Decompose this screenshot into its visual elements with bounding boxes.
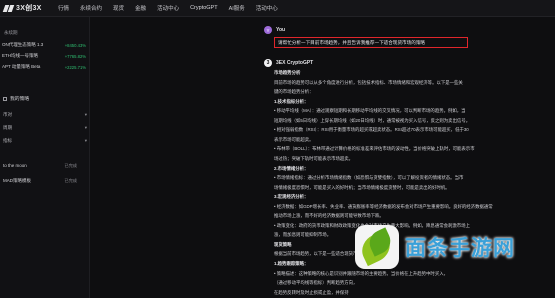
nav-item-spot[interactable]: 现货	[113, 4, 124, 12]
select-indicator[interactable]: 指标 ▾	[3, 138, 87, 144]
ticker-change: +2225.71%	[64, 64, 86, 70]
strategy-item[interactable]: to the moon 已完成	[3, 163, 87, 169]
avatar-initial: 3	[266, 60, 270, 66]
top-nav-bar: 3X创3X 行情 永续合约 现货 金融 活动中心 CryptoGPT AI服务 …	[0, 0, 555, 17]
main-nav: 行情 永续合约 现货 金融 活动中心 CryptoGPT AI服务 活动中心	[58, 4, 278, 12]
user-prompt-text: 请帮忙分析一下目前市场趋势，并且告诉我推荐一下适合现货市场的策略	[278, 39, 426, 45]
avatar-initial: Y	[266, 27, 270, 33]
select-pair[interactable]: 币对 ▾	[3, 112, 87, 118]
answer-line: 键的市场趋势分析：	[274, 89, 314, 95]
answer-line: 在趋势反转时及时止损或止盈，并保持	[274, 289, 349, 295]
nav-item-events[interactable]: 活动中心	[157, 4, 179, 12]
nav-item-ai[interactable]: AI服务	[229, 4, 245, 12]
leaf-logo-icon	[355, 225, 399, 269]
ticker-change: +8450.43%	[64, 42, 86, 48]
nav-item-finance[interactable]: 金融	[135, 4, 146, 12]
sender-name: You	[276, 27, 286, 33]
bot-name: 3EX CryptoGPT	[276, 60, 314, 66]
select-label: 指标	[3, 138, 12, 143]
tickers-header: 永续期	[4, 30, 18, 35]
ticker-row[interactable]: ON代理生态策略 1.3 +8450.43%	[2, 41, 86, 49]
ticker-row[interactable]: ETH均线一号策略 +7765.82%	[2, 52, 86, 60]
ticker-row[interactable]: APT 动量策略 Beta +2225.71%	[2, 63, 86, 71]
section-title: 我的策略	[10, 97, 30, 102]
answer-line: 推动市场上涨，而不好的经济数据则可能导致市场下跌。	[274, 213, 384, 219]
user-message-header: Y You	[264, 26, 285, 34]
ticker-name: ON代理生态策略 1.3	[2, 42, 44, 47]
answer-heading: 1.技术指标分析：	[274, 98, 309, 104]
answer-line: 目前市场的趋势可以从多个角度进行分析，包括技术指标、市场情绪和宏观经济等。以下是…	[274, 79, 463, 85]
answer-line: • 经济数据：如GDP增长率、失业率、通货膨胀率等经济数据的发布会对市场产生重要…	[274, 203, 493, 209]
ticker-change: +7765.82%	[64, 53, 86, 59]
nav-item-activity[interactable]: 活动中心	[256, 4, 278, 12]
select-period[interactable]: 周期 ▾	[3, 125, 87, 131]
answer-line: （通过移动平均线等指标）判断趋势方向，	[274, 280, 358, 286]
logo-text: 3X创3X	[16, 5, 42, 12]
answer-line: 场情绪极度恐惧时，可能是买入的好时机；当市场情绪极度贪婪时，可能是卖出的好时机。	[274, 184, 450, 190]
select-label: 周期	[3, 125, 12, 130]
select-label: 币对	[3, 112, 12, 117]
app-logo[interactable]: 3X创3X	[0, 3, 52, 13]
ticker-name: ETH均线一号策略	[2, 53, 38, 58]
strategy-status: 已完成	[64, 178, 77, 183]
avatar: Y	[264, 26, 272, 34]
answer-line: • 策略描述：这种策略的核心是识别并跟随市场的主要趋势。当价格在上升趋势中时买入…	[274, 270, 448, 276]
answer-heading: 3.宏观经济分析：	[274, 194, 309, 200]
answer-line: 涨，而加息则可能抑制市场。	[274, 232, 332, 238]
answer-line: 短期均线（如5日均线）上穿长期均线（如20日均线）时，通常被视为买入信号，反之则…	[274, 117, 471, 123]
answer-line: 场过热；突破下轨时可能表示市场超卖。	[274, 155, 354, 161]
answer-line: • 相对强弱指数（RSI）：RSI用于衡量市场的超买或超卖状态。RSI超过70表…	[274, 127, 469, 133]
answer-line: • 市场情绪指标：通过分析市场情绪指数（如恐惧与贪婪指数），可以了解投资者的情绪…	[274, 175, 464, 181]
my-strategies-header[interactable]: 我的策略	[3, 95, 29, 102]
checkbox-icon	[3, 96, 7, 101]
bot-avatar: 3	[264, 59, 272, 67]
chevron-down-icon: ▾	[84, 125, 87, 130]
answer-heading: 市场趋势分析	[274, 70, 301, 75]
answer-line: • 布林带（BOLL）：布林带通过计算价格的标准差来评估市场的波动性。当价格突破…	[274, 146, 475, 152]
answer-heading: 2.市场情绪分析：	[274, 165, 309, 171]
answer-line: 表示市场可能超卖。	[274, 136, 314, 142]
left-sidebar: 永续期 ON代理生态策略 1.3 +8450.43% ETH均线一号策略 +77…	[0, 17, 90, 298]
strategy-status: 已完成	[64, 163, 77, 168]
answer-line: • 移动平均线（MA）：通过观察短期和长期移动平均线的交叉情况，可以判断市场的趋…	[274, 108, 466, 114]
strategy-name: to the moon	[3, 163, 27, 168]
chevron-down-icon: ▾	[84, 112, 87, 117]
nav-item-perpetual[interactable]: 永续合约	[80, 4, 102, 12]
ticker-name: APT 动量策略 Beta	[2, 64, 41, 69]
strategy-name: MAD策略模板	[3, 178, 31, 183]
watermark: 面条手游网	[355, 225, 515, 269]
bot-message-header: 3 3EX CryptoGPT	[264, 59, 313, 67]
strategy-item[interactable]: MAD策略模板 已完成	[3, 178, 87, 184]
brand-mark-icon	[4, 5, 13, 12]
nav-item-market[interactable]: 行情	[58, 4, 69, 12]
user-prompt-highlight: 请帮忙分析一下目前市场趋势，并且告诉我推荐一下适合现货市场的策略	[274, 37, 468, 48]
answer-heading: 1.趋势跟踪策略：	[274, 261, 309, 266]
watermark-text: 面条手游网	[405, 237, 515, 260]
answer-heading: 现货策略	[274, 241, 292, 247]
chevron-down-icon: ▾	[84, 138, 87, 143]
nav-item-cryptogpt[interactable]: CryptoGPT	[190, 5, 218, 11]
